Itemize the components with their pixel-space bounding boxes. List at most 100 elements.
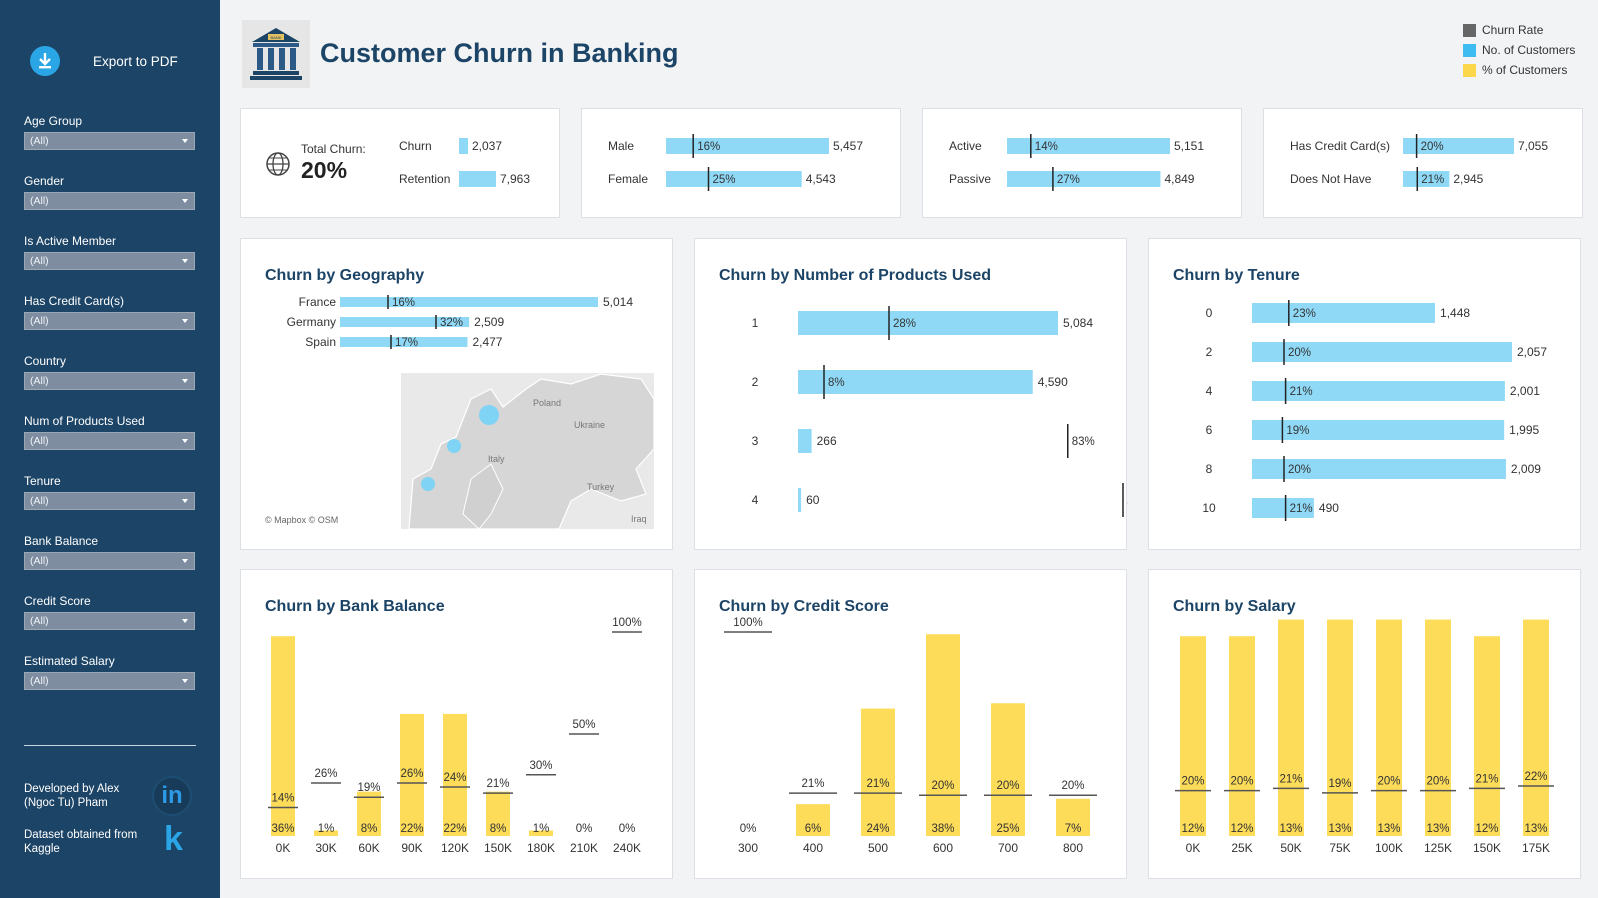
map-bubble-france xyxy=(447,439,461,453)
map-bubble-germany xyxy=(479,405,499,425)
customer-percent-bar xyxy=(991,703,1025,836)
chart-credit-score: 300 0% 100% 400 6% 21% 500 24% 21% 600 38% 20% 700 25… xyxy=(724,617,1097,855)
legend-label: Churn Rate xyxy=(1482,23,1544,37)
kpi-chart-churn: Churn 2,037 Retention 7,963 xyxy=(399,138,530,187)
customer-count-label: 60 xyxy=(806,493,820,507)
customer-percent-label: 38% xyxy=(931,823,954,835)
churn-rate-label: 20% xyxy=(1426,776,1449,788)
customer-percent-label: 8% xyxy=(361,823,378,835)
linkedin-icon[interactable]: in xyxy=(152,776,192,816)
legend-swatch xyxy=(1463,43,1476,57)
filter-is-active-member: Is Active Member (All) xyxy=(24,234,195,270)
customer-percent-label: 24% xyxy=(866,823,889,835)
customer-count-label: 4,590 xyxy=(1038,375,1068,389)
kpi-row-label: Female xyxy=(608,172,648,186)
kpi-card-activity: Active 5,151 14% Passive 4,849 27% xyxy=(922,108,1242,218)
legend-label: No. of Customers xyxy=(1482,43,1576,57)
map-bubble-spain xyxy=(421,477,435,491)
kpi-rate-label: 20% xyxy=(1421,141,1444,153)
customer-percent-bar xyxy=(1180,636,1206,836)
customer-percent-label: 12% xyxy=(1230,823,1253,835)
kpi-chart-gender: Male 5,457 16% Female 4,543 25% xyxy=(608,134,863,191)
legend-swatch xyxy=(1463,63,1476,77)
kpi-rate-label: 14% xyxy=(1035,141,1058,153)
churn-rate-label: 100% xyxy=(733,617,762,629)
customer-percent-bar xyxy=(926,634,960,836)
x-tick-label: 90K xyxy=(401,841,422,855)
page-title: Customer Churn in Banking xyxy=(320,38,679,68)
customer-count-label: 5,084 xyxy=(1063,316,1093,330)
filter-dropdown[interactable]: (All) xyxy=(24,492,195,510)
kpi-count-label: 5,457 xyxy=(833,139,863,153)
download-icon xyxy=(30,46,60,76)
kpi-row-label: Does Not Have xyxy=(1290,172,1372,186)
y-tick-label: Spain xyxy=(305,335,336,349)
legend-item: No. of Customers xyxy=(1463,40,1575,60)
customer-percent-bar xyxy=(271,636,295,836)
kpi-row-label: Passive xyxy=(949,172,991,186)
customer-percent-label: 13% xyxy=(1328,823,1351,835)
x-tick-label: 400 xyxy=(803,841,823,855)
customer-percent-label: 22% xyxy=(443,823,466,835)
filter-estimated-salary: Estimated Salary (All) xyxy=(24,654,195,690)
filter-dropdown[interactable]: (All) xyxy=(24,432,195,450)
kpi-count-label: 2,945 xyxy=(1453,172,1483,186)
x-tick-label: 210K xyxy=(570,841,598,855)
filter-bank-balance: Bank Balance (All) xyxy=(24,534,195,570)
customer-count-label: 2,477 xyxy=(472,335,502,349)
kpi-count-label: 4,543 xyxy=(806,172,836,186)
customer-percent-bar xyxy=(1474,636,1500,836)
y-tick-label: 0 xyxy=(1206,306,1213,320)
customer-count-label: 266 xyxy=(817,434,837,448)
kpi-count-label: 7,963 xyxy=(500,172,530,186)
filter-credit-score: Credit Score (All) xyxy=(24,594,195,630)
chart-salary: 0K 12% 20% 25K 12% 20% 50K 13% 21% 75K 13% 19% 100K 1… xyxy=(1175,619,1554,855)
filter-dropdown[interactable]: (All) xyxy=(24,672,195,690)
x-tick-label: 0K xyxy=(276,841,291,855)
churn-rate-label: 19% xyxy=(1286,425,1309,437)
customer-percent-label: 22% xyxy=(400,823,423,835)
y-tick-label: 3 xyxy=(752,434,759,448)
churn-rate-label: 100% xyxy=(1127,495,1128,507)
customer-count-label: 490 xyxy=(1319,501,1339,515)
customer-percent-bar xyxy=(1229,636,1255,836)
y-tick-label: Germany xyxy=(287,315,336,329)
churn-rate-label: 20% xyxy=(1230,776,1253,788)
customer-percent-bar xyxy=(1425,619,1451,836)
x-tick-label: 25K xyxy=(1231,841,1252,855)
legend-item: Churn Rate xyxy=(1463,20,1575,40)
filter-dropdown[interactable]: (All) xyxy=(24,132,195,150)
x-tick-label: 700 xyxy=(998,841,1018,855)
churn-rate-label: 19% xyxy=(1328,778,1351,790)
customer-percent-bar xyxy=(1376,619,1402,836)
kpi-card-gender: Male 5,457 16% Female 4,543 25% xyxy=(581,108,901,218)
kpi-rate-label: 16% xyxy=(697,141,720,153)
y-tick-label: 2 xyxy=(1206,345,1213,359)
churn-rate-label: 20% xyxy=(996,780,1019,792)
filter-dropdown[interactable]: (All) xyxy=(24,552,195,570)
customer-percent-label: 0% xyxy=(576,823,593,835)
chart-card-credit-score: Churn by Credit Score 300 0% 100% 400 6% 21% 5… xyxy=(694,569,1127,879)
churn-rate-label: 23% xyxy=(1293,308,1316,320)
customer-count-bar xyxy=(340,297,598,307)
churn-rate-label: 83% xyxy=(1072,436,1095,448)
kaggle-icon[interactable]: k xyxy=(164,822,183,856)
customer-count-bar xyxy=(798,488,802,512)
map-credit: © Mapbox © OSM xyxy=(265,515,338,525)
export-pdf-button[interactable]: Export to PDF xyxy=(30,46,178,76)
filter-dropdown[interactable]: (All) xyxy=(24,372,195,390)
filter-gender: Gender (All) xyxy=(24,174,195,210)
y-tick-label: France xyxy=(299,295,337,309)
filter-dropdown[interactable]: (All) xyxy=(24,252,195,270)
bank-logo-text: BANK xyxy=(271,35,282,40)
map-label: Ukraine xyxy=(574,420,605,430)
filter-dropdown[interactable]: (All) xyxy=(24,312,195,330)
y-tick-label: 6 xyxy=(1206,423,1213,437)
dataset-credit: Dataset obtained from Kaggle xyxy=(24,829,138,855)
filter-dropdown[interactable]: (All) xyxy=(24,192,195,210)
x-tick-label: 175K xyxy=(1522,841,1550,855)
kpi-row-label: Has Credit Card(s) xyxy=(1290,139,1390,153)
customer-percent-label: 0% xyxy=(740,823,757,835)
customer-percent-label: 36% xyxy=(271,823,294,835)
filter-dropdown[interactable]: (All) xyxy=(24,612,195,630)
